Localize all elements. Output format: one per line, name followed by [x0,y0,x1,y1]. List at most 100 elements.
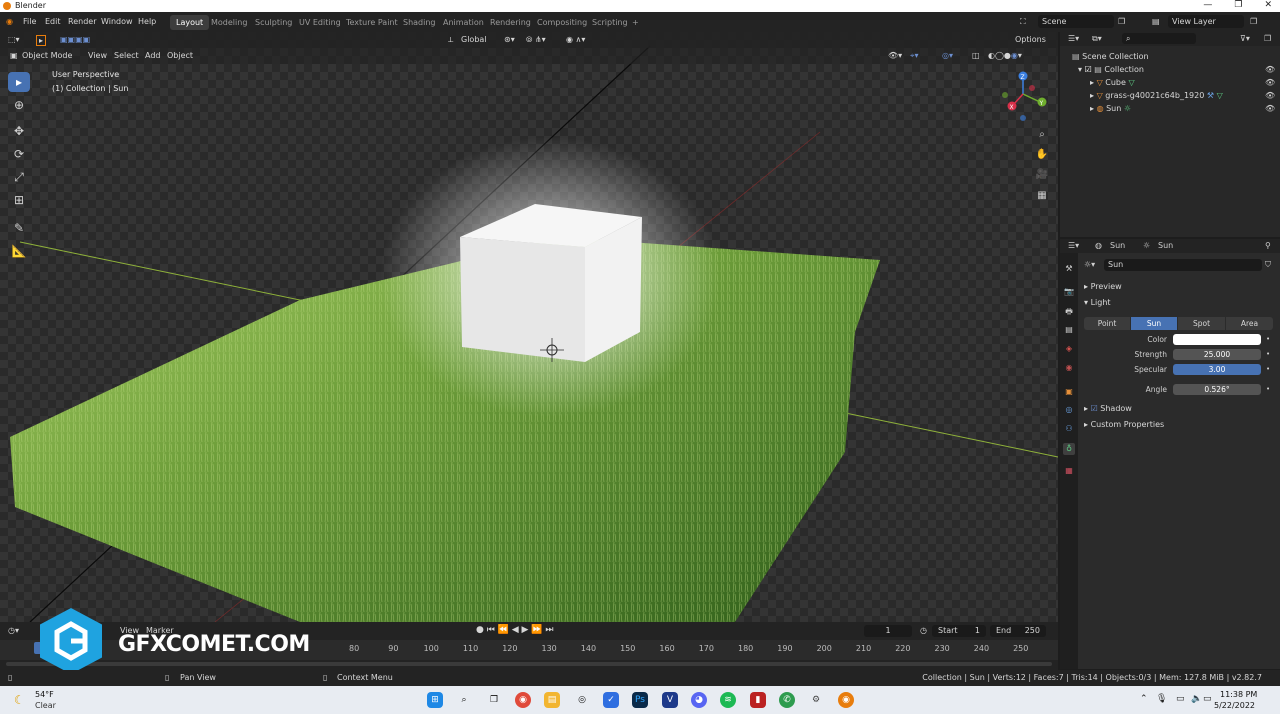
close-button[interactable]: ✕ [1264,0,1272,10]
texture-tab-icon[interactable]: ▦ [1063,465,1075,477]
keyframe-dot-icon[interactable]: • [1266,385,1270,393]
proportional-edit-icon[interactable]: ◉ ∧▾ [566,35,585,44]
whatsapp-icon[interactable]: ✆ [779,692,795,708]
display-mode-icon[interactable]: ⧉▾ [1092,34,1102,44]
todo-icon[interactable]: ✓ [603,692,619,708]
transform-tool-icon[interactable]: ⊞ [8,190,30,210]
pan-hand-icon[interactable]: ✋ [1034,147,1050,163]
discord-icon[interactable]: ◕ [691,692,707,708]
camera-view-icon[interactable]: 🎥 [1034,167,1050,183]
pivot-icon[interactable]: ⊛▾ [504,35,515,44]
menu-window[interactable]: Window [101,17,133,26]
tray-mic-icon[interactable]: 🎙 [1156,694,1167,704]
object-tab-icon[interactable]: ▣ [1063,386,1075,398]
settings-gear-icon[interactable]: ⚙ [808,692,824,708]
file-explorer-icon[interactable]: ▤ [544,692,560,708]
blender-menu-icon[interactable]: ◉ [6,17,13,26]
constraints-tab-icon[interactable]: ⚇ [1063,423,1075,435]
clock-date[interactable]: 5/22/2022 [1214,701,1255,710]
3d-viewport[interactable]: Z Y X ⬚▾ ▸ ▣▣▣▣ ⟂ Global ⊛▾ ⦾ ⋔▾ ◉ ∧▾ Op… [0,32,1058,622]
panel-light[interactable]: ▾ Light [1084,298,1111,307]
tray-chevron-icon[interactable]: ⌃ [1140,694,1148,704]
menu-file[interactable]: File [23,17,36,26]
panel-shadow[interactable]: ▸ ☑ Shadow [1084,404,1132,413]
start-frame-field[interactable]: Start 1 [932,625,986,637]
tool-tab-icon[interactable]: ⚒ [1063,263,1075,275]
tab-sculpting[interactable]: Sculpting [249,15,298,30]
shadow-checkbox[interactable]: ☑ [1091,404,1101,413]
view-layer-selector[interactable]: View Layer [1168,15,1244,28]
fake-user-icon[interactable]: ⛉ [1265,260,1271,270]
task-view-icon[interactable]: ❐ [486,692,502,708]
light-type-icon[interactable]: ☼▾ [1084,260,1095,269]
keyframe-dot-icon[interactable]: • [1266,350,1270,358]
cursor-tool-icon[interactable]: ⊕ [8,95,30,115]
checkbox-icon[interactable]: ☑ [1085,65,1092,74]
moon-weather-icon[interactable]: ☾ [14,693,25,707]
tab-animation[interactable]: Animation [437,15,490,30]
playback-controls[interactable]: ● ⏮ ⏪ ◀ ▶ ⏩ ⏭ [476,625,553,635]
maximize-button[interactable]: ❐ [1234,0,1242,10]
outliner-row-scene-collection[interactable]: ▤ Scene Collection [1072,52,1149,65]
overlay-toggle-icon[interactable]: ◎▾ [942,51,953,60]
render-tab-icon[interactable]: 📷 [1063,286,1075,298]
physics-tab-icon[interactable]: ◎ [1063,404,1075,416]
tab-compositing[interactable]: Compositing [531,15,593,30]
options-dropdown[interactable]: Options [1015,35,1046,44]
menu-help[interactable]: Help [138,17,156,26]
search-icon[interactable]: ⌕ [456,692,472,708]
windows-start-icon[interactable]: ⊞ [427,692,443,708]
transform-orientation-dropdown[interactable]: Global [461,35,487,44]
view-layer-tab-icon[interactable]: ▤ [1063,324,1075,336]
tab-layout[interactable]: Layout [170,15,210,30]
angle-field[interactable]: 0.526° [1173,384,1261,395]
xray-icon[interactable]: ◫ [972,51,980,60]
zoom-icon[interactable]: ⌕ [1034,127,1050,143]
strength-field[interactable]: 25.000 [1173,349,1261,360]
light-type-spot[interactable]: Spot [1178,317,1225,330]
add-workspace-button[interactable]: + [626,15,645,30]
minimize-button[interactable]: — [1203,0,1212,10]
pin-icon[interactable]: ⚲ [1265,241,1271,250]
select-tool-icon[interactable]: ▸ [36,35,47,46]
new-view-layer-icon[interactable]: ❐ [1250,17,1257,26]
volume-icon[interactable]: 🔈 [1191,694,1202,704]
move-tool-icon[interactable]: ✥ [8,121,30,141]
visibility-eye-icon[interactable]: 👁 [1265,78,1275,87]
scene-selector[interactable]: Scene [1038,15,1114,28]
snap-icon[interactable]: ⦾ ⋔▾ [526,35,546,45]
viewport-menu-object[interactable]: Object [167,51,193,60]
end-frame-field[interactable]: End 250 [990,625,1046,637]
outliner-row-sun[interactable]: ▸ ◍ Sun ☼ [1090,104,1131,117]
measure-tool-icon[interactable]: 📐 [8,241,30,261]
tab-shading[interactable]: Shading [397,15,442,30]
panel-custom-properties[interactable]: ▸ Custom Properties [1084,420,1164,429]
specular-field[interactable]: 3.00 [1173,364,1261,375]
current-frame-field[interactable]: 1 [864,625,912,637]
select-box-tool[interactable]: ▸ [8,72,30,92]
vegas-icon[interactable]: V [662,692,678,708]
scene-tab-icon[interactable]: ◈ [1063,343,1075,355]
rotate-tool-icon[interactable]: ⟳ [8,144,30,164]
new-scene-icon[interactable]: ❐ [1118,17,1125,26]
new-collection-icon[interactable]: ❐ [1264,34,1271,43]
filter-icon[interactable]: ⊽▾ [1240,34,1250,43]
keyframe-dot-icon[interactable]: • [1266,365,1270,373]
outliner-row-grass[interactable]: ▸ ▽ grass-g40021c64b_1920 ⚒ ▽ [1090,91,1223,104]
timeline-scrollbar[interactable] [6,662,1052,666]
scale-tool-icon[interactable]: ⤢ [8,167,30,187]
spotify-icon[interactable]: ≋ [720,692,736,708]
outliner-row-cube[interactable]: ▸ ▽ Cube ▽ [1090,78,1135,91]
shading-mode-icons[interactable]: ◐◯●◉▾ [988,51,1022,60]
ortho-grid-icon[interactable]: ▦ [1034,188,1050,204]
tab-modeling[interactable]: Modeling [205,15,253,30]
menu-render[interactable]: Render [68,17,96,26]
world-tab-icon[interactable]: ◉ [1063,362,1075,374]
navigation-gizmo[interactable]: Z Y X [1002,71,1047,122]
tab-rendering[interactable]: Rendering [484,15,537,30]
photoshop-icon[interactable]: Ps [632,692,648,708]
object-mode-dropdown[interactable]: Object Mode [22,51,72,60]
voicemeeter-icon[interactable]: ▮ [750,692,766,708]
datablock-name-field[interactable]: Sun [1104,259,1262,271]
menu-edit[interactable]: Edit [45,17,61,26]
